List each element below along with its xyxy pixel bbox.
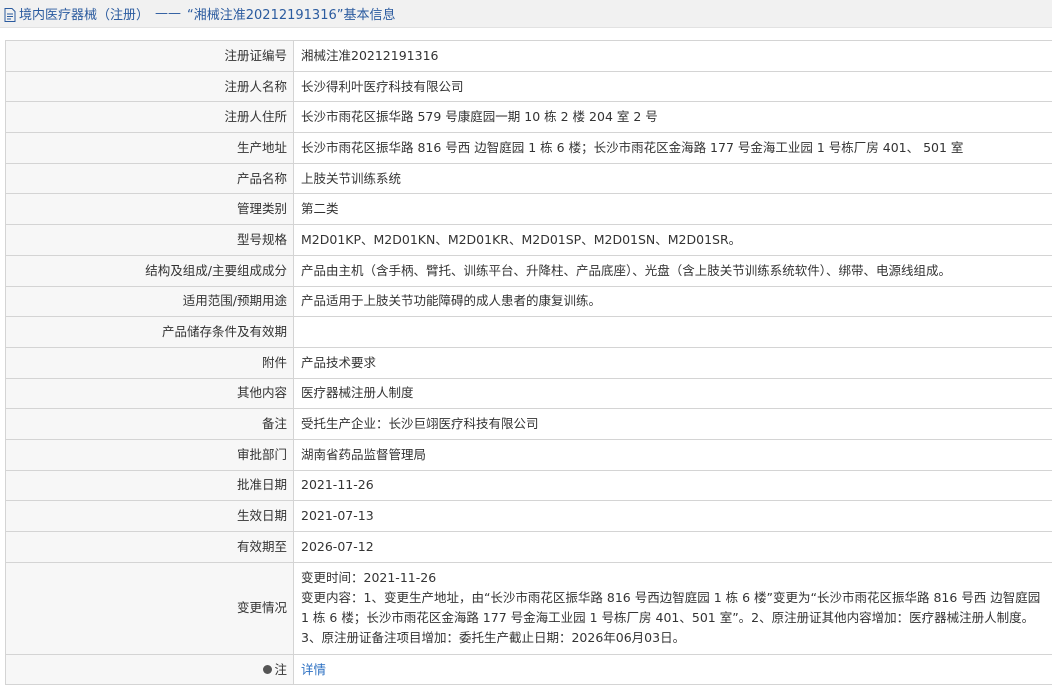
header-category: 境内医疗器械（注册）: [19, 8, 150, 23]
row-value: 湖南省药品监督管理局: [293, 438, 1052, 471]
row-value-change: 变更时间：2021-11-26 变更内容：1、变更生产地址，由“长沙市雨花区振华…: [293, 561, 1052, 655]
row-label: 型号规格: [5, 224, 294, 256]
detail-table-footer: 变更情况 变更时间：2021-11-26 变更内容：1、变更生产地址，由“长沙市…: [5, 561, 1052, 686]
row-label: 管理类别: [5, 193, 294, 226]
row-value: 2021-11-26: [293, 469, 1052, 502]
row-label: 生产地址: [5, 132, 294, 164]
row-value: 受托生产企业：长沙巨翊医疗科技有限公司: [293, 408, 1052, 440]
row-value: 第二类: [293, 193, 1052, 226]
header-title: “湘械注准20212191316”基本信息: [187, 8, 396, 23]
row-label: 生效日期: [5, 500, 294, 532]
row-value: 产品由主机（含手柄、臂托、训练平台、升降柱、产品底座）、光盘（含上肢关节训练系统…: [293, 254, 1052, 287]
details-link[interactable]: 详情: [301, 662, 326, 677]
table-row: 型号规格 M2D01KP、M2D01KN、M2D01KR、M2D01SP、M2D0…: [5, 224, 1052, 256]
table-row: 管理类别 第二类: [5, 193, 1052, 226]
row-label: 结构及组成/主要组成成分: [5, 254, 294, 287]
table-row: 注册人住所 长沙市雨花区振华路 579 号康庭园一期 10 栋 2 楼 204 室…: [5, 101, 1052, 134]
note-label: 注: [274, 661, 287, 677]
row-value-note: 详情: [293, 653, 1052, 686]
table-row-change: 变更情况 变更时间：2021-11-26 变更内容：1、变更生产地址，由“长沙市…: [5, 561, 1052, 655]
table-row: 适用范围/预期用途 产品适用于上肢关节功能障碍的成人患者的康复训练。: [5, 285, 1052, 318]
page-header: 境内医疗器械（注册） —— “湘械注准20212191316”基本信息: [0, 0, 1052, 28]
row-label: 备注: [5, 408, 294, 440]
table-row: 结构及组成/主要组成成分 产品由主机（含手柄、臂托、训练平台、升降柱、产品底座）、…: [5, 254, 1052, 287]
table-row: 备注 受托生产企业：长沙巨翊医疗科技有限公司: [5, 408, 1052, 440]
row-value: 产品适用于上肢关节功能障碍的成人患者的康复训练。: [293, 285, 1052, 318]
table-row-note: 注 详情: [5, 653, 1052, 686]
table-row: 有效期至 2026-07-12: [5, 531, 1052, 563]
row-label: 附件: [5, 346, 294, 379]
detail-table: 注册证编号 湘械注准20212191316 注册人名称 长沙得利叶医疗科技有限公司 注册…: [5, 40, 1052, 686]
row-value: 上肢关节训练系统: [293, 162, 1052, 195]
row-value: 产品技术要求: [293, 346, 1052, 379]
row-value: 医疗器械注册人制度: [293, 377, 1052, 410]
row-label: 产品名称: [5, 162, 294, 195]
row-label: 批准日期: [5, 469, 294, 502]
change-time: 变更时间：2021-11-26: [301, 570, 437, 586]
header-separator: ——: [155, 6, 182, 21]
row-value: [293, 316, 1052, 348]
change-content: 变更内容：1、变更生产地址，由“长沙市雨花区振华路 816 号西边智庭园 1 栋…: [301, 590, 1041, 646]
table-row: 生效日期 2021-07-13: [5, 500, 1052, 532]
row-label: 适用范围/预期用途: [5, 285, 294, 318]
row-label: 注册人住所: [5, 101, 294, 134]
table-row: 批准日期 2021-11-26: [5, 469, 1052, 502]
row-label: 注册人名称: [5, 70, 294, 103]
bulb-icon: [263, 664, 273, 674]
row-label: 产品储存条件及有效期: [5, 316, 294, 348]
row-value: 2021-07-13: [293, 500, 1052, 532]
row-label: 审批部门: [5, 438, 294, 471]
row-value: 长沙得利叶医疗科技有限公司: [293, 70, 1052, 103]
table-row: 生产地址 长沙市雨花区振华路 816 号西 边智庭园 1 栋 6 楼；长沙市雨花区…: [5, 132, 1052, 164]
table-row: 注册人名称 长沙得利叶医疗科技有限公司: [5, 70, 1052, 103]
detail-table-body: 注册证编号 湘械注准20212191316 注册人名称 长沙得利叶医疗科技有限公司 注册…: [5, 40, 1052, 563]
row-value: M2D01KP、M2D01KN、M2D01KR、M2D01SP、M2D01SN、…: [293, 224, 1052, 256]
row-label: 有效期至: [5, 531, 294, 563]
table-row: 其他内容 医疗器械注册人制度: [5, 377, 1052, 410]
row-value: 长沙市雨花区振华路 579 号康庭园一期 10 栋 2 楼 204 室 2 号: [293, 101, 1052, 134]
row-label: 其他内容: [5, 377, 294, 410]
row-label: 变更情况: [5, 561, 294, 655]
row-label: 注册证编号: [5, 40, 294, 72]
table-row: 产品储存条件及有效期: [5, 316, 1052, 348]
table-row: 附件 产品技术要求: [5, 346, 1052, 379]
table-row: 审批部门 湖南省药品监督管理局: [5, 438, 1052, 471]
row-label-note: 注: [5, 653, 294, 686]
table-row: 注册证编号 湘械注准20212191316: [5, 40, 1052, 72]
table-row: 产品名称 上肢关节训练系统: [5, 162, 1052, 195]
detail-container: 注册证编号 湘械注准20212191316 注册人名称 长沙得利叶医疗科技有限公司 注册…: [0, 28, 1052, 686]
row-value: 2026-07-12: [293, 531, 1052, 563]
row-value: 湘械注准20212191316: [293, 40, 1052, 72]
document-icon: [4, 7, 16, 22]
row-value: 长沙市雨花区振华路 816 号西 边智庭园 1 栋 6 楼；长沙市雨花区金海路 …: [293, 132, 1052, 164]
